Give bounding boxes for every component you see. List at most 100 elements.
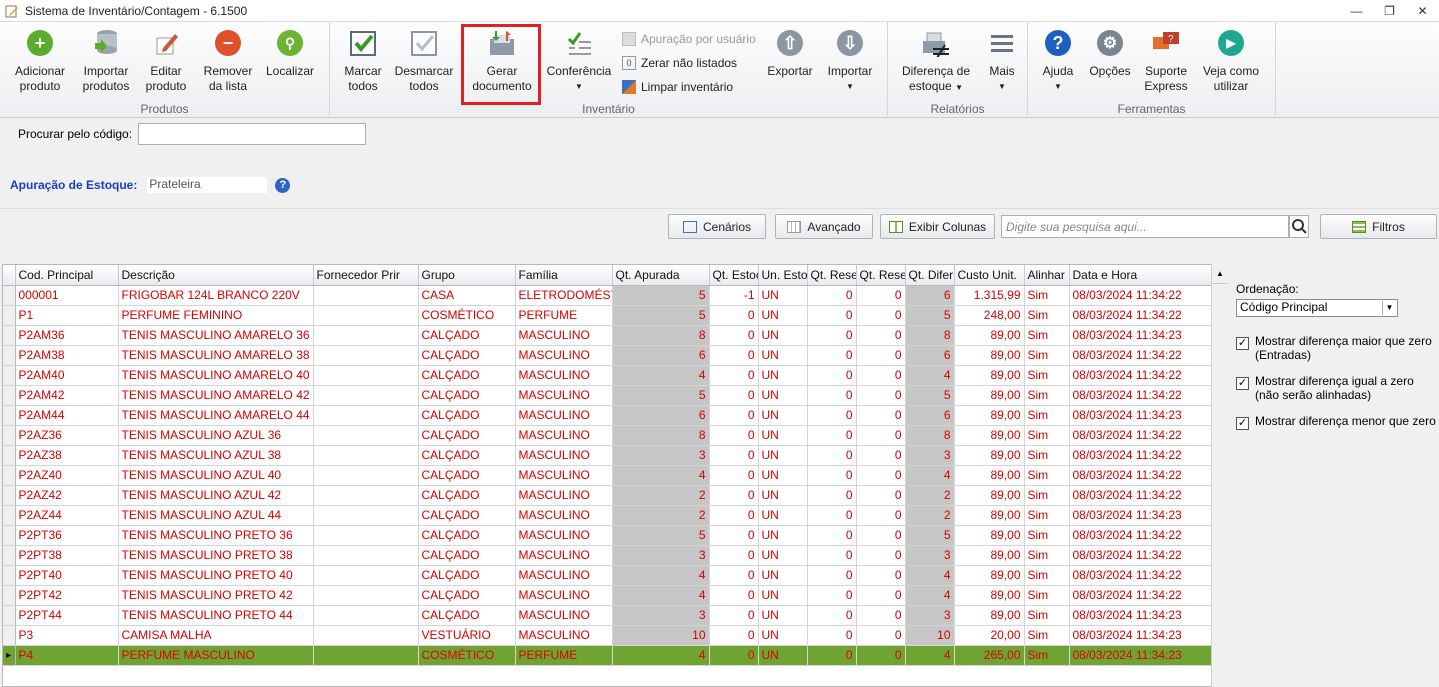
table-row[interactable]: P2AM38 TENIS MASCULINO AMARELO 38 CALÇADO M… [3, 345, 1213, 366]
table-cell: Sim [1024, 405, 1070, 426]
minus-icon: − [215, 30, 241, 56]
column-header[interactable]: Cod. Principal [15, 265, 119, 286]
column-header[interactable]: Alinhar [1024, 265, 1070, 286]
table-row[interactable]: P2AZ40 TENIS MASCULINO AZUL 40 CALÇADO MASC… [3, 465, 1213, 486]
help-dropdown-button[interactable]: ? Ajuda ▼ [1036, 28, 1080, 94]
table-row[interactable]: P2AM36 TENIS MASCULINO AMARELO 36 CALÇADO M… [3, 325, 1213, 346]
column-header[interactable]: Qt. Estoc [709, 265, 759, 286]
help-icon[interactable]: ? [275, 177, 291, 193]
row-indicator [3, 445, 16, 466]
table-cell: 89,00 [954, 485, 1025, 506]
apuracao-value[interactable]: Prateleira [147, 177, 268, 193]
table-cell: 20,00 [954, 625, 1025, 646]
restore-button[interactable]: ❐ [1373, 0, 1406, 22]
support-express-button[interactable]: ? Suporte Express [1140, 28, 1192, 94]
column-header[interactable]: Un. Esto [758, 265, 808, 286]
table-cell: 6 [612, 405, 710, 426]
table-cell: Sim [1024, 445, 1070, 466]
check-diff-greater-zero[interactable]: ✓ Mostrar diferença maior que zero (Entra… [1236, 334, 1439, 362]
apuracao-por-usuario-button[interactable]: Apuração por usuário [622, 32, 756, 46]
table-cell: 0 [807, 505, 857, 526]
grid-vertical-scrollbar[interactable]: ▲ [1211, 264, 1228, 687]
checkbox[interactable]: ✓ [1236, 417, 1249, 430]
table-cell: 0 [856, 625, 906, 646]
zero-unlisted-button[interactable]: 0 Zerar não listados [622, 56, 737, 70]
table-cell [313, 585, 419, 606]
unmark-all-button[interactable]: Desmarcar todos [394, 28, 454, 94]
show-columns-button[interactable]: Exibir Colunas [880, 214, 995, 239]
table-cell: 0 [856, 465, 906, 486]
table-row[interactable]: P2AM40 TENIS MASCULINO AMARELO 40 CALÇADO M… [3, 365, 1213, 386]
mark-all-label2: todos [348, 79, 378, 93]
table-row[interactable]: P2AZ42 TENIS MASCULINO AZUL 42 CALÇADO MASC… [3, 485, 1213, 506]
check-diff-equal-zero[interactable]: ✓ Mostrar diferença igual a zero (não ser… [1236, 374, 1439, 402]
table-cell: 0 [709, 405, 759, 426]
table-row[interactable]: P2PT44 TENIS MASCULINO PRETO 44 CALÇADO MAS… [3, 605, 1213, 626]
checkbox[interactable]: ✓ [1236, 377, 1249, 390]
scenarios-button[interactable]: Cenários [668, 214, 766, 239]
column-header[interactable]: Família [515, 265, 613, 286]
code-search-input[interactable] [138, 123, 367, 145]
scroll-up-icon[interactable]: ▲ [1212, 264, 1228, 284]
column-header[interactable]: Qt. Apurada [612, 265, 710, 286]
table-row[interactable]: P2AZ44 TENIS MASCULINO AZUL 44 CALÇADO MASC… [3, 505, 1213, 526]
locate-button[interactable]: ⚲ Localizar [262, 28, 318, 79]
column-header[interactable]: Grupo [418, 265, 516, 286]
table-cell: 10 [905, 625, 955, 646]
table-row[interactable]: P1 PERFUME FEMININO COSMÉTICO PERFUME 5 0 UN 0 0… [3, 305, 1213, 326]
import-products-button[interactable]: Importar produtos [76, 28, 136, 94]
dropdown-arrow-icon: ▼ [955, 83, 963, 92]
table-row[interactable]: P2AM42 TENIS MASCULINO AMARELO 42 CALÇADO M… [3, 385, 1213, 406]
edit-product-button[interactable]: Editar produto [140, 28, 192, 94]
clear-inventory-button[interactable]: Limpar inventário [622, 80, 733, 94]
export-button[interactable]: ⇧ Exportar [762, 28, 818, 79]
table-row[interactable]: ▸ P4 PERFUME MASCULINO COSMÉTICO PERFUME 4 0 UN… [3, 645, 1213, 666]
side-panel: Ordenação: Código Principal ▼ ✓ Mostrar di… [1230, 264, 1439, 687]
more-dropdown-button[interactable]: Mais ▼ [982, 28, 1022, 94]
close-button[interactable]: ✕ [1406, 0, 1439, 22]
filters-button[interactable]: Filtros [1320, 214, 1437, 239]
table-row[interactable]: P2PT42 TENIS MASCULINO PRETO 42 CALÇADO MAS… [3, 585, 1213, 606]
table-row[interactable]: P2PT40 TENIS MASCULINO PRETO 40 CALÇADO MAS… [3, 565, 1213, 586]
table-cell: CALÇADO [418, 585, 516, 606]
check-diff-less-zero[interactable]: ✓ Mostrar diferença menor que zero [1236, 414, 1436, 430]
ordering-select[interactable]: Código Principal ▼ [1236, 299, 1398, 317]
table-cell: 5 [612, 525, 710, 546]
column-header[interactable]: Data e Hora [1069, 265, 1213, 286]
column-header[interactable]: Qt. Rese [856, 265, 906, 286]
stock-difference-button[interactable]: Diferença de estoque ▼ [896, 28, 976, 95]
table-cell: 2 [612, 505, 710, 526]
advanced-label: Avançado [807, 219, 861, 234]
mark-all-button[interactable]: Marcar todos [338, 28, 388, 94]
table-row[interactable]: 000001 FRIGOBAR 124L BRANCO 220V CASA ELETR… [3, 285, 1213, 306]
column-header[interactable]: Descrição [118, 265, 314, 286]
column-header[interactable]: Fornecedor Prir [313, 265, 419, 286]
import-dropdown-button[interactable]: ⇩ Importar ▼ [822, 28, 878, 94]
grid-search-button[interactable] [1289, 215, 1309, 238]
table-cell [313, 565, 419, 586]
how-to-use-button[interactable]: ▶ Veja como utilizar [1198, 28, 1264, 94]
options-button[interactable]: ⚙ Opções [1086, 28, 1134, 79]
group-inventario: Marcar todos Desmarcar todos Gerar document… [330, 22, 888, 118]
table-row[interactable]: P2PT38 TENIS MASCULINO PRETO 38 CALÇADO MAS… [3, 545, 1213, 566]
grid-search-input[interactable]: Digite sua pesquisa aqui... [1001, 215, 1289, 238]
remove-label2: da lista [208, 79, 248, 93]
remove-from-list-button[interactable]: − Remover da lista [198, 28, 258, 94]
column-header[interactable]: Custo Unit. [954, 265, 1025, 286]
checkbox[interactable]: ✓ [1236, 337, 1249, 350]
minimize-button[interactable]: — [1340, 0, 1373, 22]
column-header[interactable]: Qt. Difer [905, 265, 955, 286]
add-product-button[interactable]: + Adicionar produto [10, 28, 70, 94]
group-relatorios: Diferença de estoque ▼ Mais ▼ Relatórios [888, 22, 1028, 118]
column-header[interactable]: Qt. Rese [807, 265, 857, 286]
conference-dropdown-button[interactable]: Conferência ▼ [544, 28, 614, 94]
table-cell: UN [758, 525, 808, 546]
table-cell: 0 [807, 445, 857, 466]
advanced-button[interactable]: Avançado [775, 214, 873, 239]
table-row[interactable]: P3 CAMISA MALHA VESTUÁRIO MASCULINO 10 0 UN 0 0 1… [3, 625, 1213, 646]
table-row[interactable]: P2AM44 TENIS MASCULINO AMARELO 44 CALÇADO M… [3, 405, 1213, 426]
table-row[interactable]: P2PT36 TENIS MASCULINO PRETO 36 CALÇADO MAS… [3, 525, 1213, 546]
table-cell: 0 [709, 505, 759, 526]
table-row[interactable]: P2AZ36 TENIS MASCULINO AZUL 36 CALÇADO MASC… [3, 425, 1213, 446]
table-row[interactable]: P2AZ38 TENIS MASCULINO AZUL 38 CALÇADO MASC… [3, 445, 1213, 466]
